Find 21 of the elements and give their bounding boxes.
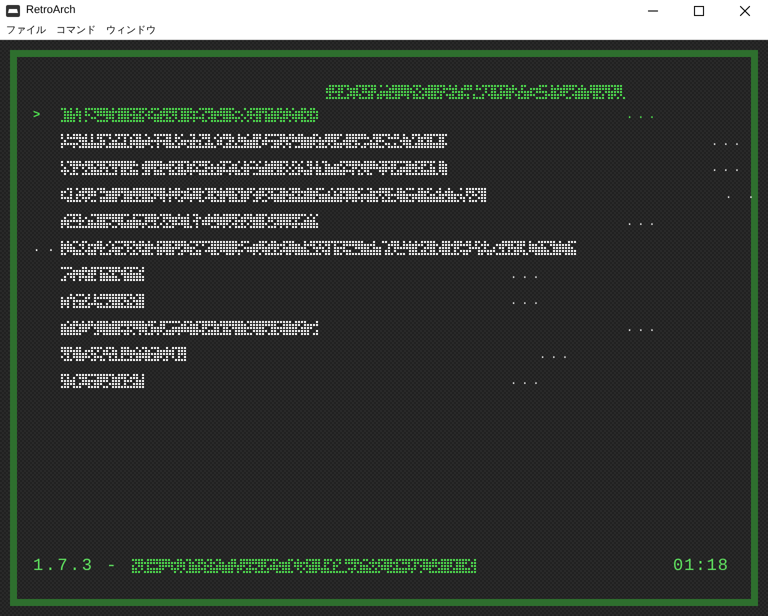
row-value[interactable]: ... — [510, 292, 544, 310]
selection-cursor: > — [33, 107, 40, 124]
row-value[interactable]: ... — [510, 266, 544, 284]
row-value[interactable]: ... — [539, 346, 573, 364]
maximize-icon — [694, 6, 704, 16]
window-title: RetroArch — [26, 3, 76, 18]
row-value[interactable]: ... — [711, 159, 745, 178]
menu-item[interactable]: ウィンドウ — [102, 22, 160, 38]
row-value[interactable]: ... — [711, 132, 745, 151]
version-label: 1.7.3 - — [33, 556, 118, 578]
row-value[interactable]: ... — [510, 372, 544, 390]
clock: 01:18 — [672, 556, 729, 578]
menu-item[interactable]: コマンド — [52, 22, 100, 38]
dots: . . — [33, 240, 55, 258]
row-value[interactable]: ... — [626, 212, 660, 231]
row-value[interactable]: ... — [626, 106, 660, 124]
row-value[interactable]: ... — [626, 319, 660, 338]
menu-item[interactable]: ファイル — [2, 22, 50, 38]
close-icon — [740, 6, 750, 16]
row-value[interactable]: . . — [725, 186, 759, 204]
gamepad-icon — [6, 4, 20, 16]
